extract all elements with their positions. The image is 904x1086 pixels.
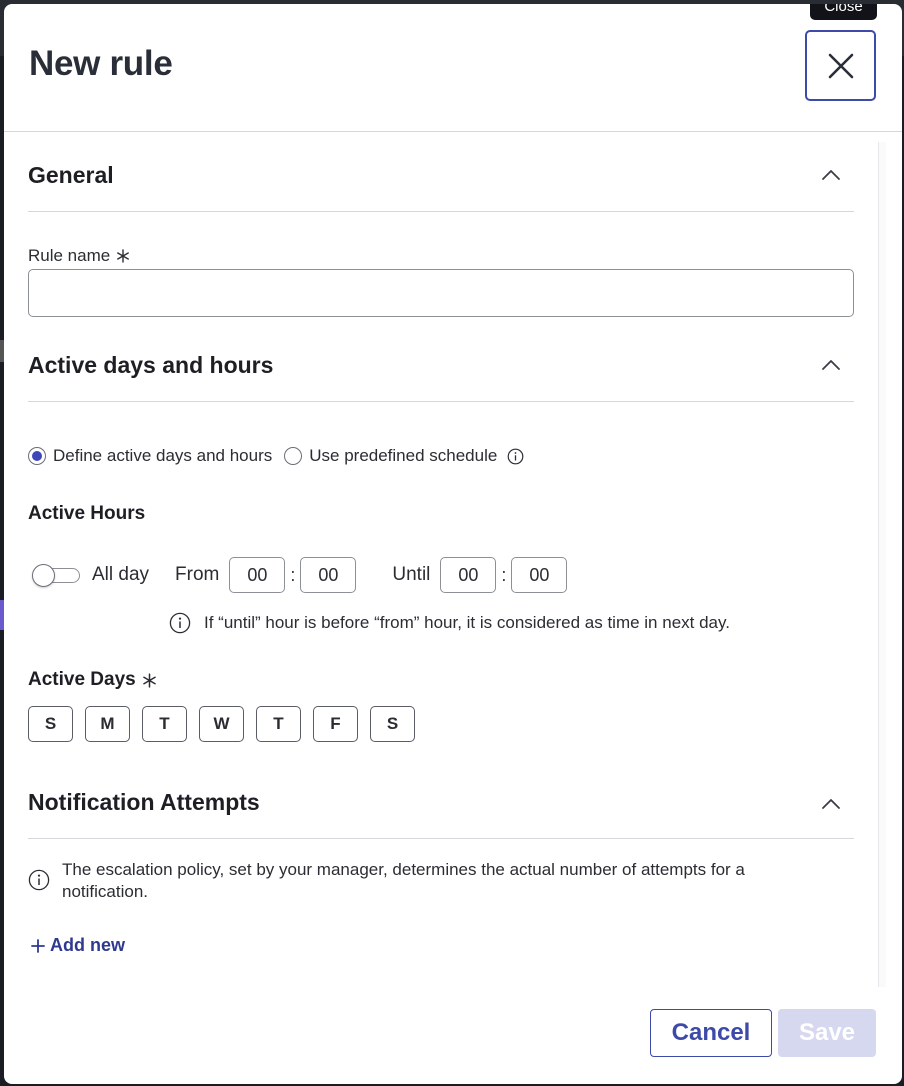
day-monday-button[interactable]: M (85, 706, 130, 742)
required-asterisk-icon (142, 672, 156, 688)
notification-attempts-section-header[interactable]: Notification Attempts (28, 759, 854, 839)
radio-define-active-days[interactable]: Define active days and hours (28, 446, 272, 466)
until-minute-input[interactable]: 00 (511, 557, 568, 593)
active-hours-row: All day From 00 : 00 Until 00 : 00 (28, 555, 568, 595)
chevron-up-icon (822, 170, 840, 180)
all-day-label: All day (92, 564, 150, 585)
save-button: Save (778, 1009, 876, 1057)
general-section-header[interactable]: General (28, 132, 854, 212)
close-tooltip: Close (810, 4, 877, 20)
radio-button[interactable] (284, 447, 303, 465)
time-hint: If “until” hour is before “from” hour, i… (169, 612, 730, 634)
collapse-button[interactable] (820, 793, 842, 815)
active-days-hours-section-header[interactable]: Active days and hours (28, 322, 854, 402)
rule-name-label-text: Rule name (28, 246, 111, 265)
until-hour-input[interactable]: 00 (440, 557, 497, 593)
section-title: General (28, 162, 114, 188)
new-rule-dialog: New rule Close General Rule name Active (4, 4, 902, 1084)
section-title: Active days and hours (28, 352, 274, 378)
required-asterisk-icon (117, 249, 130, 263)
rule-name-label: Rule name (28, 246, 130, 266)
cancel-button[interactable]: Cancel (650, 1009, 772, 1057)
close-button[interactable] (805, 30, 876, 101)
info-icon-wrapper (28, 859, 50, 903)
from-hour-input[interactable]: 00 (229, 557, 286, 593)
active-days-label: Active Days (28, 669, 157, 691)
rule-name-input[interactable] (28, 269, 854, 317)
day-sunday-button[interactable]: S (28, 706, 73, 742)
from-label: From (175, 564, 220, 585)
chevron-up-icon (822, 360, 840, 370)
collapse-button[interactable] (820, 354, 842, 376)
close-icon (828, 53, 853, 78)
info-icon[interactable] (507, 448, 524, 465)
dialog-body: General Rule name Active days and hours (4, 132, 902, 987)
scrollbar[interactable] (878, 142, 886, 987)
add-new-label: Add new (50, 935, 125, 955)
radio-button-selected[interactable] (28, 447, 46, 465)
radio-label: Use predefined schedule (309, 446, 498, 465)
escalation-policy-note: The escalation policy, set by your manag… (28, 859, 808, 903)
info-icon (28, 869, 50, 891)
info-icon (169, 612, 191, 634)
all-day-toggle[interactable] (32, 564, 82, 587)
chevron-up-icon (822, 799, 840, 809)
radio-label: Define active days and hours (53, 446, 273, 465)
schedule-mode-radio-group: Define active days and hours Use predefi… (28, 446, 524, 466)
day-wednesday-button[interactable]: W (199, 706, 244, 742)
collapse-button[interactable] (820, 164, 842, 186)
active-days-heading: Active Days (28, 669, 136, 690)
from-minute-input[interactable]: 00 (300, 557, 357, 593)
dialog-title: New rule (29, 44, 173, 83)
add-new-attempt-link[interactable]: Add new (31, 935, 125, 956)
hint-text: If “until” hour is before “from” hour, i… (204, 613, 730, 632)
escalation-policy-text: The escalation policy, set by your manag… (62, 860, 745, 901)
time-separator: : (501, 564, 507, 585)
plus-icon (31, 938, 45, 953)
active-days-selector: S M T W T F S (28, 706, 415, 742)
until-label: Until (392, 564, 431, 585)
active-hours-heading: Active Hours (28, 503, 146, 524)
radio-use-predefined-schedule[interactable]: Use predefined schedule (284, 446, 497, 466)
day-thursday-button[interactable]: T (256, 706, 301, 742)
toggle-knob (32, 564, 55, 587)
day-saturday-button[interactable]: S (370, 706, 415, 742)
day-tuesday-button[interactable]: T (142, 706, 187, 742)
time-separator: : (290, 564, 296, 585)
section-title: Notification Attempts (28, 789, 260, 815)
day-friday-button[interactable]: F (313, 706, 358, 742)
